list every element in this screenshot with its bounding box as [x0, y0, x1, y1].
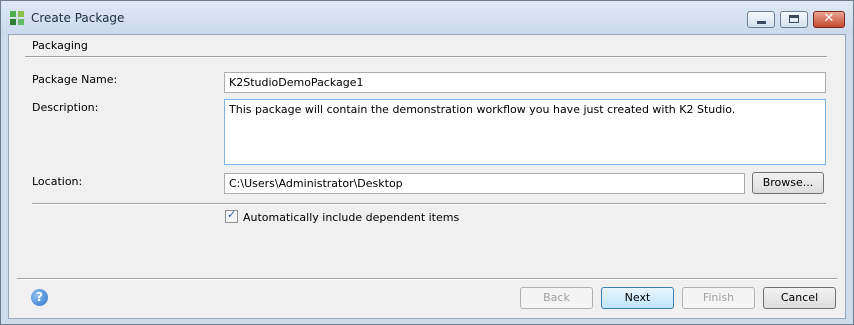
next-button[interactable]: Next — [601, 287, 674, 309]
package-name-input[interactable]: K2StudioDemoPackage1 — [224, 72, 826, 93]
checkmark-icon: ✓ — [227, 208, 237, 221]
maximize-button[interactable] — [780, 11, 808, 28]
finish-button[interactable]: Finish — [682, 287, 755, 309]
package-name-label: Package Name: — [32, 73, 118, 86]
create-package-window: Create Package ✕ Packaging Package Name:… — [0, 0, 854, 325]
section-title: Packaging — [32, 39, 88, 52]
auto-include-checkbox[interactable]: ✓ — [225, 208, 238, 223]
back-button[interactable]: Back — [520, 287, 593, 309]
location-label: Location: — [32, 175, 83, 188]
location-input[interactable]: C:\Users\Administrator\Desktop — [224, 173, 745, 194]
description-textarea[interactable]: This package will contain the demonstrat… — [224, 99, 826, 165]
maximize-icon — [789, 15, 799, 23]
browse-button[interactable]: Browse... — [752, 172, 824, 194]
window-title: Create Package — [31, 11, 125, 25]
form-divider — [32, 203, 826, 205]
close-icon: ✕ — [823, 11, 835, 26]
section-header: Packaging — [9, 35, 845, 56]
close-button[interactable]: ✕ — [813, 11, 845, 28]
dialog-client-area: Packaging Package Name: K2StudioDemoPack… — [8, 34, 846, 319]
header-divider — [25, 56, 827, 58]
cancel-button[interactable]: Cancel — [763, 287, 836, 309]
k2-package-icon — [10, 11, 24, 25]
auto-include-label[interactable]: Automatically include dependent items — [243, 211, 459, 224]
minimize-icon — [757, 21, 766, 24]
help-icon[interactable]: ? — [31, 289, 48, 306]
minimize-button[interactable] — [747, 11, 775, 28]
title-bar[interactable]: Create Package ✕ — [1, 1, 853, 35]
description-label: Description: — [32, 101, 99, 114]
footer-divider — [17, 278, 837, 280]
